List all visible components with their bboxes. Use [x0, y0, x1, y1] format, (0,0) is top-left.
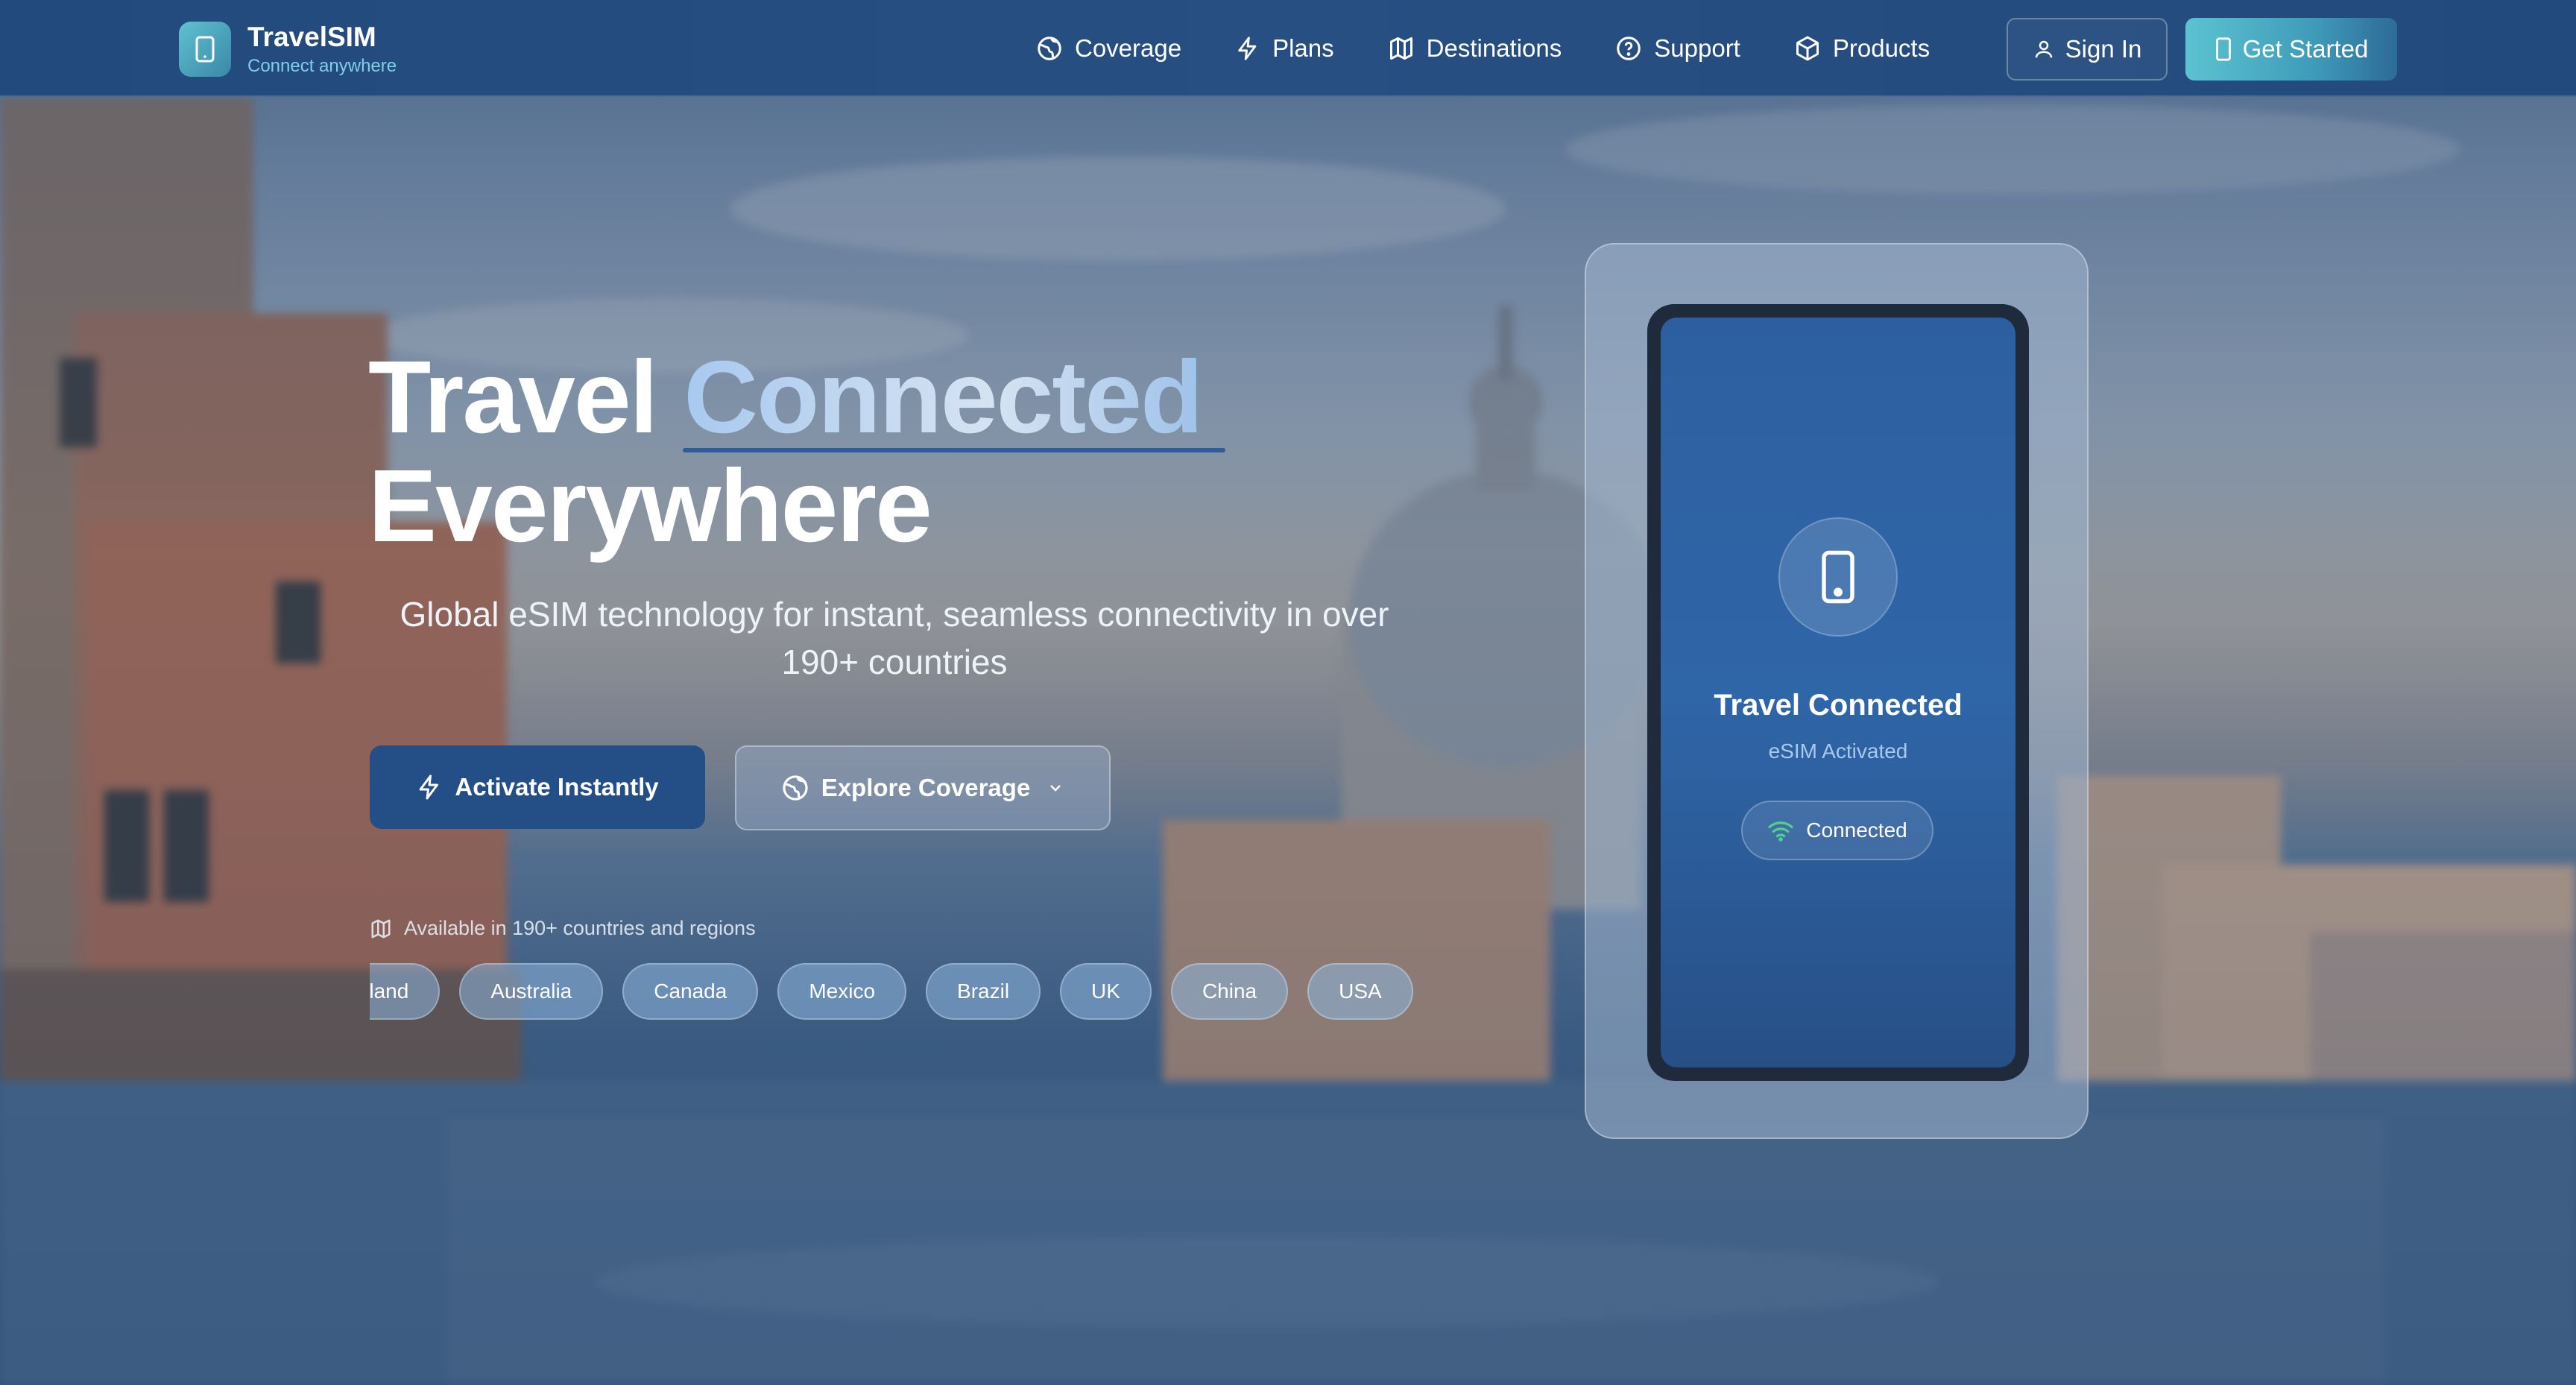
sim-card-logo-icon — [179, 22, 231, 77]
country-chip[interactable]: Brazil — [926, 963, 1041, 1020]
hero-background-image — [0, 0, 2576, 1385]
help-circle-icon — [1617, 37, 1641, 60]
hero-title-part1: Travel — [368, 340, 658, 455]
globe-icon — [783, 775, 808, 801]
nav-item-label: Coverage — [1075, 34, 1182, 62]
phone-subtitle: eSIM Activated — [1768, 739, 1908, 763]
nav-item-label: Destinations — [1426, 34, 1562, 62]
title-underline — [683, 448, 1225, 452]
country-chip[interactable]: USA — [1307, 963, 1413, 1020]
device-icon-circle — [1778, 517, 1898, 637]
sign-in-button[interactable]: Sign In — [2007, 18, 2168, 81]
connection-status-label: Connected — [1806, 818, 1907, 842]
nav-item-label: Plans — [1272, 34, 1334, 62]
phone-mockup-card: Travel Connected eSIM Activated Connecte… — [1585, 243, 2089, 1139]
country-chip[interactable]: Canada — [622, 963, 759, 1020]
main-nav: Coverage Plans Destinations Support Prod… — [1036, 31, 1983, 66]
explore-coverage-button[interactable]: Explore Coverage — [735, 745, 1111, 830]
wifi-icon — [1768, 821, 1793, 842]
country-chip[interactable]: Iceland — [370, 963, 441, 1020]
brand-logo-link[interactable]: TravelSIM Connect anywhere — [179, 21, 397, 78]
explore-label: Explore Coverage — [821, 774, 1031, 801]
top-navbar: TravelSIM Connect anywhere Coverage Plan… — [0, 0, 2576, 97]
nav-item-coverage[interactable]: Coverage — [1036, 31, 1181, 66]
nav-item-support[interactable]: Support — [1615, 31, 1740, 66]
box-icon — [1796, 36, 1819, 61]
map-icon — [371, 919, 391, 938]
brand-name: TravelSIM — [247, 22, 376, 52]
country-chip-carousel: Iceland Australia Canada Mexico Brazil U… — [370, 963, 1425, 1021]
get-started-button[interactable]: Get Started — [2185, 18, 2397, 81]
country-chip[interactable]: UK — [1060, 963, 1152, 1020]
lightning-icon — [1238, 37, 1257, 60]
nav-item-plans[interactable]: Plans — [1235, 31, 1334, 66]
globe-icon — [1038, 37, 1061, 60]
availability-note: Available in 190+ countries and regions — [370, 917, 756, 940]
lightning-icon — [419, 774, 439, 800]
phone-icon — [2215, 37, 2231, 61]
nav-item-label: Support — [1654, 34, 1740, 62]
chevron-down-icon — [1050, 785, 1061, 792]
nav-item-label: Products — [1832, 34, 1931, 62]
hero-title-part2: Everywhere — [368, 449, 932, 564]
country-chip[interactable]: Mexico — [777, 963, 907, 1020]
sign-in-label: Sign In — [2065, 35, 2142, 63]
map-icon — [1389, 37, 1412, 60]
availability-text: Available in 190+ countries and regions — [404, 917, 756, 939]
activate-instantly-button[interactable]: Activate Instantly — [370, 745, 705, 829]
hero-subtitle: Global eSIM technology for instant, seam… — [400, 595, 1389, 681]
country-chip[interactable]: China — [1170, 963, 1289, 1020]
user-icon — [2035, 40, 2052, 58]
smartphone-icon — [1822, 550, 1854, 604]
nav-item-destinations[interactable]: Destinations — [1388, 31, 1562, 66]
connection-status-badge: Connected — [1741, 801, 1933, 860]
phone-screen: Travel Connected eSIM Activated Connecte… — [1661, 318, 2015, 1067]
nav-item-products[interactable]: Products — [1794, 31, 1930, 66]
phone-mockup: Travel Connected eSIM Activated Connecte… — [1647, 304, 2029, 1081]
activate-label: Activate Instantly — [455, 773, 659, 801]
phone-title: Travel Connected — [1714, 689, 1963, 722]
hero-title-accent: Connected — [684, 340, 1203, 455]
country-chip[interactable]: Australia — [459, 963, 604, 1020]
brand-tagline: Connect anywhere — [247, 56, 397, 76]
get-started-label: Get Started — [2242, 35, 2369, 63]
